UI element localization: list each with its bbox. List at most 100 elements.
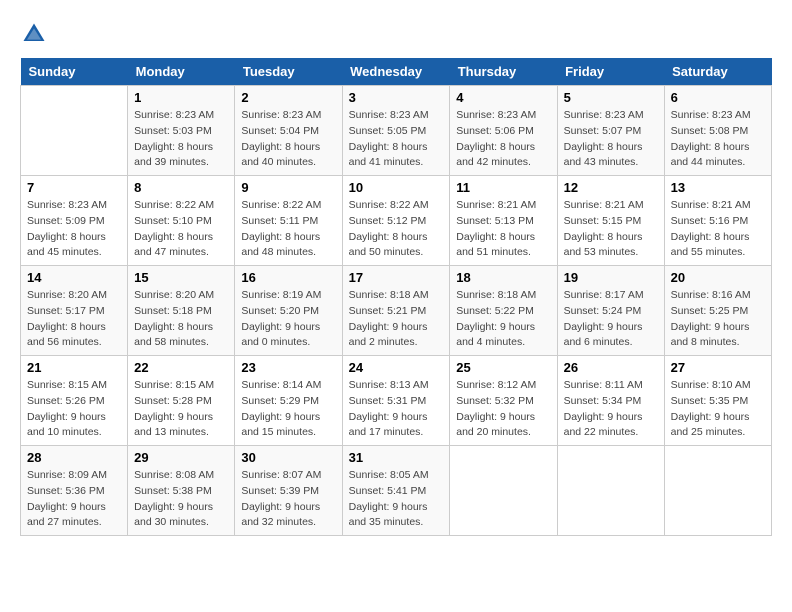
day-cell: 8Sunrise: 8:22 AMSunset: 5:10 PMDaylight…: [128, 176, 235, 266]
day-detail: Sunrise: 8:21 AMSunset: 5:13 PMDaylight:…: [456, 198, 550, 261]
day-number: 27: [671, 360, 765, 375]
day-cell: 27 Sunrise: 8:10 AMSunset: 5:35 PMDayligh…: [664, 356, 771, 446]
day-cell: 30 Sunrise: 8:07 AMSunset: 5:39 PMDayligh…: [235, 446, 342, 536]
day-number: 28: [27, 450, 121, 465]
week-row-1: 1 Sunrise: 8:23 AMSunset: 5:03 PMDaylight…: [21, 86, 772, 176]
day-number: 23: [241, 360, 335, 375]
day-cell: 1 Sunrise: 8:23 AMSunset: 5:03 PMDaylight…: [128, 86, 235, 176]
day-cell: 17 Sunrise: 8:18 AMSunset: 5:21 PMDayligh…: [342, 266, 450, 356]
day-cell: 29Sunrise: 8:08 AMSunset: 5:38 PMDayligh…: [128, 446, 235, 536]
day-number: 16: [241, 270, 335, 285]
day-number: 10: [349, 180, 444, 195]
day-detail: Sunrise: 8:14 AMSunset: 5:29 PMDaylight:…: [241, 378, 335, 441]
day-detail: Sunrise: 8:22 AMSunset: 5:10 PMDaylight:…: [134, 198, 228, 261]
day-number: 6: [671, 90, 765, 105]
day-cell: 16 Sunrise: 8:19 AMSunset: 5:20 PMDayligh…: [235, 266, 342, 356]
day-cell: 26 Sunrise: 8:11 AMSunset: 5:34 PMDayligh…: [557, 356, 664, 446]
day-header-thursday: Thursday: [450, 58, 557, 86]
day-cell: 24 Sunrise: 8:13 AMSunset: 5:31 PMDayligh…: [342, 356, 450, 446]
day-number: 20: [671, 270, 765, 285]
day-detail: Sunrise: 8:13 AMSunset: 5:31 PMDaylight:…: [349, 378, 444, 441]
day-number: 26: [564, 360, 658, 375]
day-detail: Sunrise: 8:19 AMSunset: 5:20 PMDaylight:…: [241, 288, 335, 351]
day-cell: 6 Sunrise: 8:23 AMSunset: 5:08 PMDaylight…: [664, 86, 771, 176]
day-cell: 28 Sunrise: 8:09 AMSunset: 5:36 PMDayligh…: [21, 446, 128, 536]
day-number: 3: [349, 90, 444, 105]
day-number: 12: [564, 180, 658, 195]
day-detail: Sunrise: 8:10 AMSunset: 5:35 PMDaylight:…: [671, 378, 765, 441]
day-number: 30: [241, 450, 335, 465]
day-cell: [557, 446, 664, 536]
week-row-4: 21 Sunrise: 8:15 AMSunset: 5:26 PMDayligh…: [21, 356, 772, 446]
day-detail: Sunrise: 8:23 AMSunset: 5:08 PMDaylight:…: [671, 108, 765, 171]
day-cell: 9 Sunrise: 8:22 AMSunset: 5:11 PMDaylight…: [235, 176, 342, 266]
day-cell: 10Sunrise: 8:22 AMSunset: 5:12 PMDayligh…: [342, 176, 450, 266]
day-number: 29: [134, 450, 228, 465]
day-cell: 7 Sunrise: 8:23 AMSunset: 5:09 PMDaylight…: [21, 176, 128, 266]
day-detail: Sunrise: 8:21 AMSunset: 5:15 PMDaylight:…: [564, 198, 658, 261]
calendar-table: SundayMondayTuesdayWednesdayThursdayFrid…: [20, 58, 772, 536]
day-number: 14: [27, 270, 121, 285]
day-cell: 11 Sunrise: 8:21 AMSunset: 5:13 PMDayligh…: [450, 176, 557, 266]
logo-icon: [20, 20, 48, 48]
day-cell: 19 Sunrise: 8:17 AMSunset: 5:24 PMDayligh…: [557, 266, 664, 356]
day-cell: 21 Sunrise: 8:15 AMSunset: 5:26 PMDayligh…: [21, 356, 128, 446]
day-detail: Sunrise: 8:21 AMSunset: 5:16 PMDaylight:…: [671, 198, 765, 261]
header: [20, 20, 772, 48]
day-header-tuesday: Tuesday: [235, 58, 342, 86]
day-cell: 12 Sunrise: 8:21 AMSunset: 5:15 PMDayligh…: [557, 176, 664, 266]
day-detail: Sunrise: 8:18 AMSunset: 5:22 PMDaylight:…: [456, 288, 550, 351]
day-detail: Sunrise: 8:18 AMSunset: 5:21 PMDaylight:…: [349, 288, 444, 351]
day-detail: Sunrise: 8:22 AMSunset: 5:11 PMDaylight:…: [241, 198, 335, 261]
day-header-sunday: Sunday: [21, 58, 128, 86]
day-number: 9: [241, 180, 335, 195]
day-detail: Sunrise: 8:20 AMSunset: 5:18 PMDaylight:…: [134, 288, 228, 351]
day-header-friday: Friday: [557, 58, 664, 86]
day-cell: 13 Sunrise: 8:21 AMSunset: 5:16 PMDayligh…: [664, 176, 771, 266]
day-detail: Sunrise: 8:23 AMSunset: 5:03 PMDaylight:…: [134, 108, 228, 171]
day-number: 2: [241, 90, 335, 105]
week-row-3: 14 Sunrise: 8:20 AMSunset: 5:17 PMDayligh…: [21, 266, 772, 356]
day-detail: Sunrise: 8:17 AMSunset: 5:24 PMDaylight:…: [564, 288, 658, 351]
week-row-5: 28 Sunrise: 8:09 AMSunset: 5:36 PMDayligh…: [21, 446, 772, 536]
day-detail: Sunrise: 8:23 AMSunset: 5:07 PMDaylight:…: [564, 108, 658, 171]
day-number: 7: [27, 180, 121, 195]
day-number: 15: [134, 270, 228, 285]
day-cell: 23 Sunrise: 8:14 AMSunset: 5:29 PMDayligh…: [235, 356, 342, 446]
day-number: 24: [349, 360, 444, 375]
day-number: 19: [564, 270, 658, 285]
day-header-monday: Monday: [128, 58, 235, 86]
day-number: 1: [134, 90, 228, 105]
day-number: 22: [134, 360, 228, 375]
day-number: 13: [671, 180, 765, 195]
day-header-saturday: Saturday: [664, 58, 771, 86]
day-cell: 18Sunrise: 8:18 AMSunset: 5:22 PMDayligh…: [450, 266, 557, 356]
day-detail: Sunrise: 8:09 AMSunset: 5:36 PMDaylight:…: [27, 468, 121, 531]
week-row-2: 7 Sunrise: 8:23 AMSunset: 5:09 PMDaylight…: [21, 176, 772, 266]
day-header-wednesday: Wednesday: [342, 58, 450, 86]
day-detail: Sunrise: 8:16 AMSunset: 5:25 PMDaylight:…: [671, 288, 765, 351]
day-cell: 25Sunrise: 8:12 AMSunset: 5:32 PMDayligh…: [450, 356, 557, 446]
day-number: 11: [456, 180, 550, 195]
day-number: 17: [349, 270, 444, 285]
day-detail: Sunrise: 8:20 AMSunset: 5:17 PMDaylight:…: [27, 288, 121, 351]
day-cell: 15 Sunrise: 8:20 AMSunset: 5:18 PMDayligh…: [128, 266, 235, 356]
day-cell: 22 Sunrise: 8:15 AMSunset: 5:28 PMDayligh…: [128, 356, 235, 446]
day-number: 21: [27, 360, 121, 375]
day-detail: Sunrise: 8:11 AMSunset: 5:34 PMDaylight:…: [564, 378, 658, 441]
day-detail: Sunrise: 8:07 AMSunset: 5:39 PMDaylight:…: [241, 468, 335, 531]
day-cell: 5Sunrise: 8:23 AMSunset: 5:07 PMDaylight…: [557, 86, 664, 176]
day-cell: [664, 446, 771, 536]
day-detail: Sunrise: 8:23 AMSunset: 5:05 PMDaylight:…: [349, 108, 444, 171]
day-cell: 31Sunrise: 8:05 AMSunset: 5:41 PMDayligh…: [342, 446, 450, 536]
day-detail: Sunrise: 8:05 AMSunset: 5:41 PMDaylight:…: [349, 468, 444, 531]
logo: [20, 20, 52, 48]
day-detail: Sunrise: 8:23 AMSunset: 5:09 PMDaylight:…: [27, 198, 121, 261]
day-cell: [450, 446, 557, 536]
day-cell: 20 Sunrise: 8:16 AMSunset: 5:25 PMDayligh…: [664, 266, 771, 356]
day-detail: Sunrise: 8:23 AMSunset: 5:06 PMDaylight:…: [456, 108, 550, 171]
day-detail: Sunrise: 8:15 AMSunset: 5:26 PMDaylight:…: [27, 378, 121, 441]
day-cell: [21, 86, 128, 176]
day-cell: 2Sunrise: 8:23 AMSunset: 5:04 PMDaylight…: [235, 86, 342, 176]
day-detail: Sunrise: 8:15 AMSunset: 5:28 PMDaylight:…: [134, 378, 228, 441]
